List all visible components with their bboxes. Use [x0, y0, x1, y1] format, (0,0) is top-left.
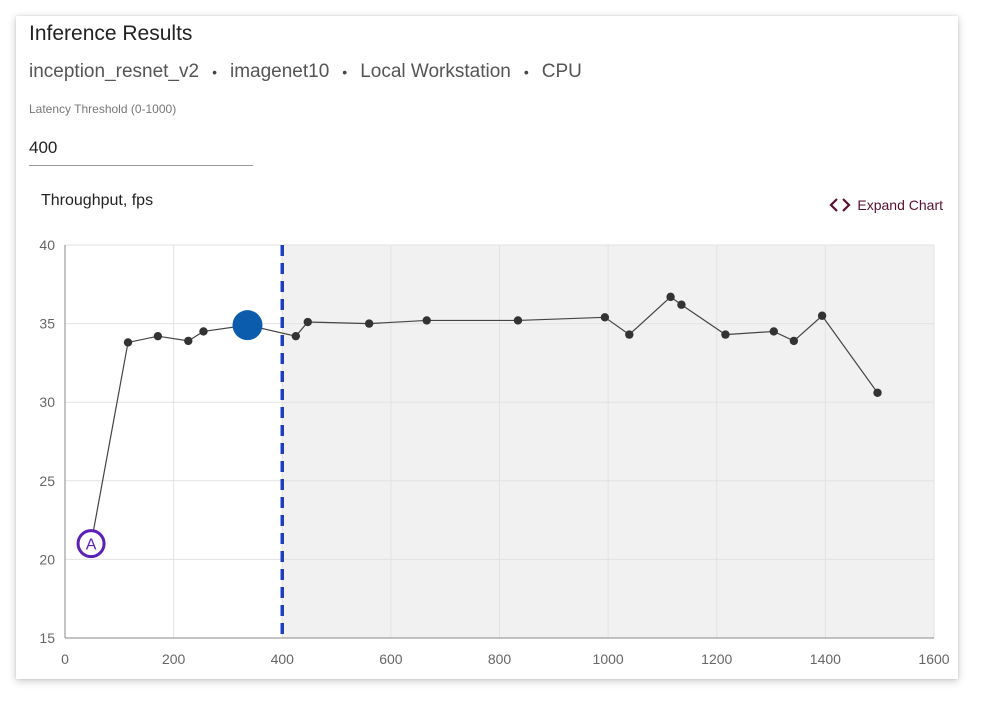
data-point[interactable] [123, 338, 133, 347]
data-point[interactable] [364, 319, 374, 328]
data-point[interactable] [184, 336, 193, 346]
annotation-label: A [86, 537, 97, 554]
optimal-point[interactable] [232, 310, 263, 341]
y-tick-label: 15 [39, 630, 55, 646]
x-tick-label: 400 [271, 651, 295, 667]
data-point[interactable] [422, 316, 431, 325]
y-tick-label: 25 [39, 473, 55, 489]
throughput-chart: 0 200 400 600 800 1000 1200 1400 1600 15 20 25 30 35 4… [39, 237, 949, 667]
data-point[interactable] [769, 327, 778, 336]
y-tick-label: 40 [39, 237, 55, 253]
x-tick-label: 200 [162, 651, 186, 667]
y-tick-label: 20 [39, 551, 55, 567]
data-point[interactable] [677, 300, 686, 309]
data-point[interactable] [789, 336, 799, 346]
x-tick-label: 1000 [593, 651, 624, 667]
x-tick-label: 1200 [701, 651, 732, 667]
x-tick-label: 1600 [918, 651, 949, 667]
data-point[interactable] [199, 327, 208, 336]
data-point[interactable] [625, 330, 634, 339]
y-tick-label: 30 [39, 394, 55, 410]
data-point[interactable] [666, 292, 675, 302]
data-point[interactable] [873, 388, 882, 397]
x-tick-label: 0 [61, 651, 69, 667]
data-point[interactable] [291, 331, 301, 341]
data-point[interactable] [153, 331, 163, 341]
x-tick-label: 600 [379, 651, 403, 667]
data-point[interactable] [513, 316, 523, 325]
x-tick-label: 1400 [810, 651, 841, 667]
x-tick-label: 800 [488, 651, 512, 667]
data-point[interactable] [817, 311, 827, 320]
data-point[interactable] [303, 317, 312, 327]
data-point[interactable] [600, 313, 610, 322]
data-point[interactable] [721, 330, 730, 339]
y-tick-label: 35 [39, 316, 55, 332]
